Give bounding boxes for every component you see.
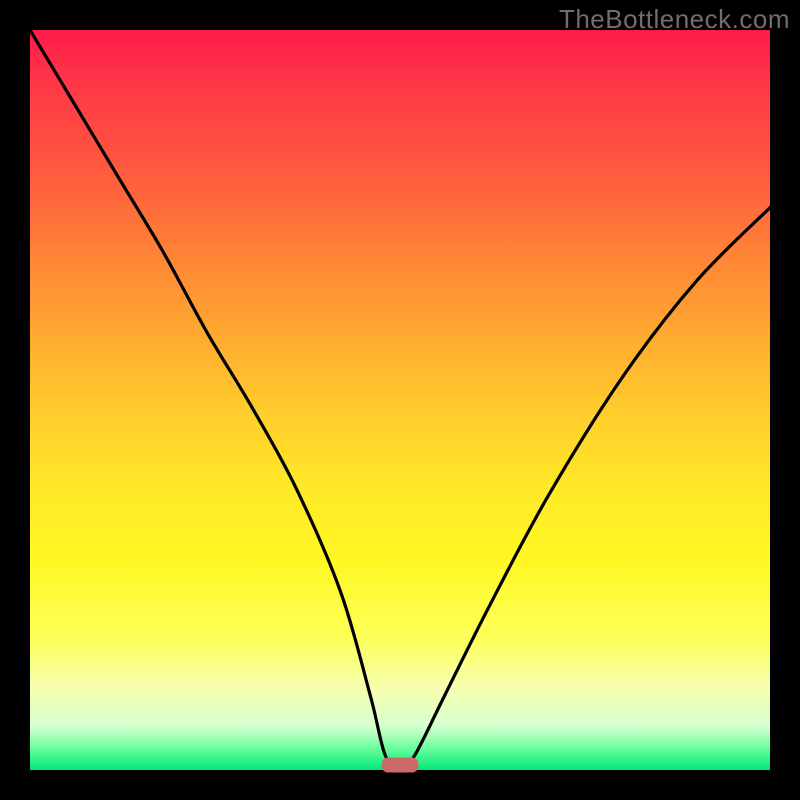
plot-area (30, 30, 770, 770)
bottleneck-curve (30, 30, 770, 770)
optimum-marker (382, 758, 418, 772)
chart-svg (30, 30, 770, 770)
chart-frame: TheBottleneck.com (0, 0, 800, 800)
